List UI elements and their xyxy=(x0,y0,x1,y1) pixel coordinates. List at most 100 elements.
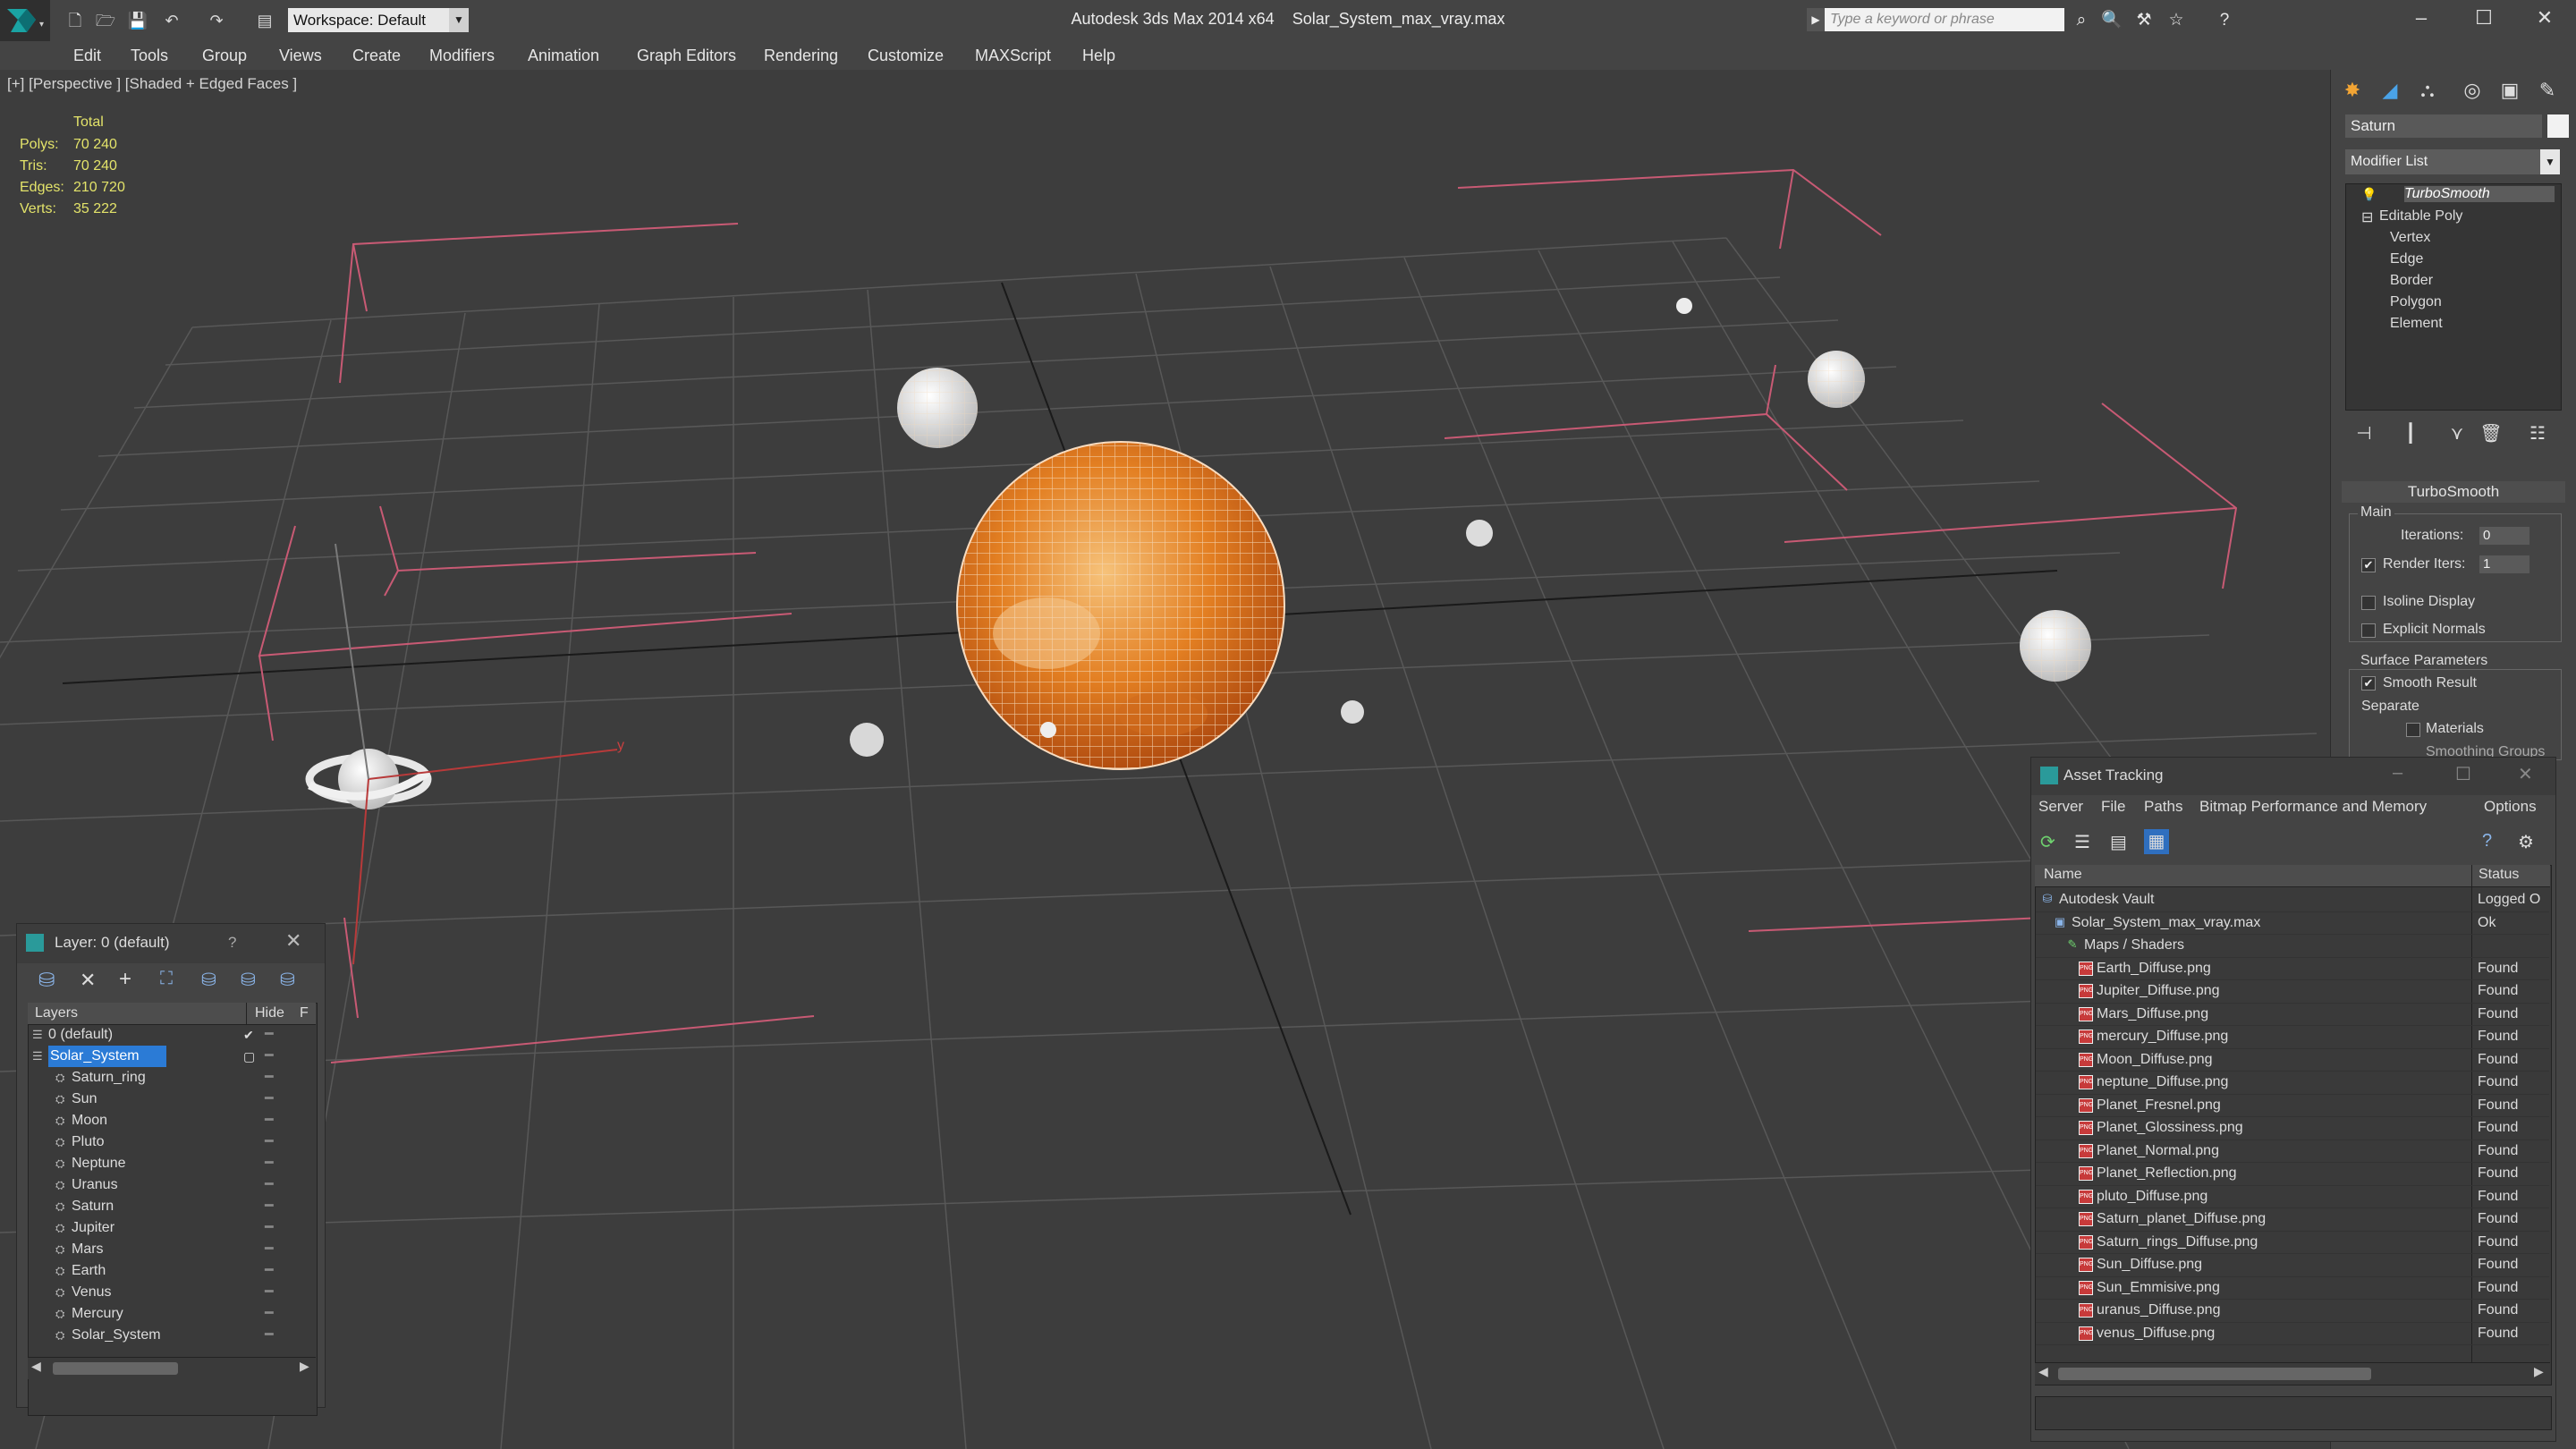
table-view-icon[interactable]: ▦ xyxy=(2144,829,2169,854)
hide-toggle-icon[interactable]: ━ xyxy=(265,1260,274,1282)
asset-menu-options[interactable]: Options xyxy=(2484,798,2537,816)
menu-group[interactable]: Group xyxy=(202,41,247,70)
search-input[interactable]: Type a keyword or phrase xyxy=(1825,8,2064,31)
hide-toggle-icon[interactable]: ━ xyxy=(265,1217,274,1239)
asset-menu-server[interactable]: Server xyxy=(2038,798,2083,816)
layer-row[interactable]: ⛭ Mars ━ xyxy=(29,1239,315,1260)
col-status[interactable]: Status xyxy=(2479,867,2519,883)
layer-row[interactable]: ⛭ Earth ━ xyxy=(29,1260,315,1282)
asset-row[interactable]: PNG Sun_Diffuse.png Found xyxy=(2036,1253,2549,1277)
object-color-swatch[interactable] xyxy=(2547,114,2569,138)
current-layer-check[interactable]: ▢ xyxy=(243,1046,255,1067)
hierarchy-tab-icon[interactable]: ⛬ xyxy=(2411,75,2444,106)
menu-rendering[interactable]: Rendering xyxy=(764,41,838,70)
modify-tab-icon[interactable]: ◢ xyxy=(2374,75,2406,106)
detail-view-icon[interactable]: ▤ xyxy=(2110,831,2127,853)
scroll-right-icon[interactable]: ▶ xyxy=(2534,1364,2544,1379)
stack-item-turbosmooth[interactable]: TurboSmooth xyxy=(2404,186,2555,202)
asset-row[interactable]: ▣ Solar_System_max_vray.max Ok xyxy=(2036,911,2549,935)
explicit-normals-checkbox[interactable] xyxy=(2361,623,2376,638)
col-freeze[interactable]: F xyxy=(300,1003,309,1024)
layer-row[interactable]: ☰ Solar_System ▢ ━ xyxy=(29,1046,315,1067)
maximize-button[interactable]: ☐ xyxy=(2453,0,2515,38)
new-file-icon[interactable]: 🗋 xyxy=(64,10,86,31)
layer-row[interactable]: ⛭ Venus ━ xyxy=(29,1282,315,1303)
hide-toggle-icon[interactable]: ━ xyxy=(265,1046,274,1067)
isoline-display-checkbox[interactable] xyxy=(2361,596,2376,610)
close-icon[interactable]: ✕ xyxy=(285,929,301,953)
play-icon[interactable]: ▶ xyxy=(1807,8,1825,31)
redo-icon[interactable]: ↷ xyxy=(206,10,227,31)
chevron-down-icon[interactable]: ▼ xyxy=(2540,149,2560,174)
lightbulb-icon[interactable]: 💡 xyxy=(2361,187,2377,202)
asset-row[interactable]: ⛁ Autodesk Vault Logged O xyxy=(2036,888,2549,912)
menu-modifiers[interactable]: Modifiers xyxy=(429,41,495,70)
search-icon[interactable]: 🔍 xyxy=(2100,10,2123,31)
asset-row[interactable]: ✎ Maps / Shaders xyxy=(2036,934,2549,958)
binoculars-icon[interactable]: ⌕ xyxy=(2070,10,2093,31)
asset-row[interactable]: PNG venus_Diffuse.png Found xyxy=(2036,1322,2549,1345)
expand-icon[interactable]: ⊟ xyxy=(2361,208,2373,226)
hide-all-icon[interactable]: ⛁ xyxy=(241,969,256,991)
modifier-list-dropdown[interactable]: Modifier List xyxy=(2345,149,2560,174)
menu-animation[interactable]: Animation xyxy=(528,41,599,70)
list-view-icon[interactable]: ☰ xyxy=(2074,831,2090,853)
remove-modifier-icon[interactable]: 🗑 xyxy=(2478,420,2504,447)
undo-icon[interactable]: ↶ xyxy=(161,10,182,31)
asset-row[interactable]: PNG Moon_Diffuse.png Found xyxy=(2036,1048,2549,1072)
help-icon[interactable]: ? xyxy=(2482,831,2492,852)
menu-help[interactable]: Help xyxy=(1082,41,1115,70)
stack-item-edge[interactable]: Edge xyxy=(2390,251,2423,267)
layer-row[interactable]: ⛭ Saturn ━ xyxy=(29,1196,315,1217)
layer-row[interactable]: ⛭ Jupiter ━ xyxy=(29,1217,315,1239)
hide-toggle-icon[interactable]: ━ xyxy=(265,1131,274,1153)
menu-graph-editors[interactable]: Graph Editors xyxy=(637,41,736,70)
layer-row[interactable]: ⛭ Saturn_ring ━ xyxy=(29,1067,315,1089)
menu-maxscript[interactable]: MAXScript xyxy=(975,41,1051,70)
layer-row[interactable]: ⛭ Solar_System ━ xyxy=(29,1325,315,1346)
asset-menu-file[interactable]: File xyxy=(2101,798,2125,816)
open-file-icon[interactable]: 🗁 xyxy=(95,10,116,31)
asset-row[interactable]: PNG Jupiter_Diffuse.png Found xyxy=(2036,979,2549,1004)
close-button[interactable]: ✕ xyxy=(2518,763,2533,785)
favorites-star-icon[interactable]: ☆ xyxy=(2165,10,2188,31)
layer-new-icon[interactable]: ⛁ xyxy=(38,969,55,992)
scroll-left-icon[interactable]: ◀ xyxy=(31,1359,41,1374)
motion-tab-icon[interactable]: ◎ xyxy=(2456,75,2488,106)
perspective-viewport[interactable]: y xyxy=(0,70,2330,1449)
layer-scrollbar-thumb[interactable] xyxy=(53,1362,178,1375)
asset-row[interactable]: PNG Earth_Diffuse.png Found xyxy=(2036,957,2549,980)
materials-checkbox[interactable] xyxy=(2406,723,2420,737)
refresh-icon[interactable]: ⟳ xyxy=(2040,831,2055,853)
layer-row[interactable]: ⛭ Moon ━ xyxy=(29,1110,315,1131)
hide-toggle-icon[interactable]: ━ xyxy=(265,1110,274,1131)
layer-row[interactable]: ⛭ Sun ━ xyxy=(29,1089,315,1110)
col-hide[interactable]: Hide xyxy=(255,1003,284,1024)
asset-row[interactable]: PNG Mars_Diffuse.png Found xyxy=(2036,1003,2549,1026)
chevron-down-icon[interactable]: ▼ xyxy=(449,8,469,32)
hide-toggle-icon[interactable]: ━ xyxy=(265,1153,274,1174)
help-icon[interactable]: ? xyxy=(228,934,236,952)
asset-menu-bitmap[interactable]: Bitmap Performance and Memory xyxy=(2199,798,2427,816)
asset-row[interactable]: PNG neptune_Diffuse.png Found xyxy=(2036,1071,2549,1095)
hide-toggle-icon[interactable]: ━ xyxy=(265,1325,274,1346)
stack-item-vertex[interactable]: Vertex xyxy=(2390,230,2430,246)
asset-row[interactable]: PNG Planet_Reflection.png Found xyxy=(2036,1162,2549,1186)
render-iters-spinner[interactable]: 1 xyxy=(2479,555,2529,573)
asset-row[interactable]: PNG Planet_Normal.png Found xyxy=(2036,1140,2549,1163)
rollout-turbosmooth-header[interactable]: TurboSmooth xyxy=(2342,481,2565,503)
asset-row[interactable]: PNG mercury_Diffuse.png Found xyxy=(2036,1025,2549,1049)
asset-row[interactable]: PNG Planet_Fresnel.png Found xyxy=(2036,1094,2549,1117)
hide-toggle-icon[interactable]: ━ xyxy=(265,1067,274,1089)
make-unique-icon[interactable]: ⋎ xyxy=(2444,420,2470,447)
minimize-button[interactable]: – xyxy=(2390,0,2453,38)
asset-row[interactable]: PNG Planet_Glossiness.png Found xyxy=(2036,1116,2549,1140)
layer-row[interactable]: ⛭ Uranus ━ xyxy=(29,1174,315,1196)
asset-path-field[interactable] xyxy=(2035,1396,2552,1430)
workspace-select[interactable]: Workspace: Default xyxy=(288,8,449,32)
layer-row[interactable]: ⛭ Mercury ━ xyxy=(29,1303,315,1325)
utilities-tab-icon[interactable]: ✎ xyxy=(2531,75,2563,106)
hide-toggle-icon[interactable]: ━ xyxy=(265,1024,274,1046)
smooth-result-checkbox[interactable]: ✔ xyxy=(2361,676,2376,691)
menu-create[interactable]: Create xyxy=(352,41,401,70)
